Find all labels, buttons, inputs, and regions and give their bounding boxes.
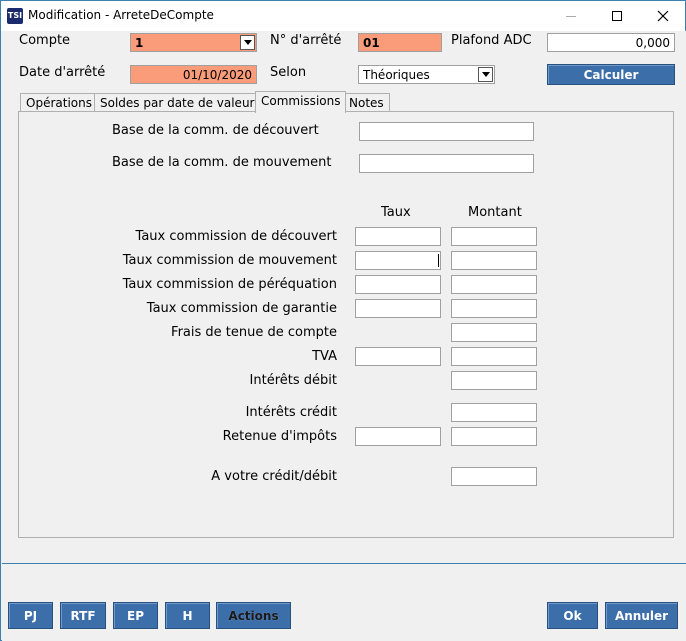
num-arrete-value: 01 xyxy=(363,36,380,50)
montant-decouvert-field[interactable] xyxy=(451,227,537,246)
date-arrete-value: 01/10/2020 xyxy=(182,68,252,82)
row-label: Intérêts crédit xyxy=(245,405,337,420)
plafond-field[interactable]: 0,000 xyxy=(547,33,675,52)
rtf-button[interactable]: RTF xyxy=(60,602,106,629)
row-label: Retenue d'impôts xyxy=(222,429,337,444)
maximize-icon xyxy=(612,11,622,21)
row-label: Taux commission de garantie xyxy=(146,301,337,316)
row-label: Taux commission de découvert xyxy=(135,229,337,244)
pj-button[interactable]: PJ xyxy=(8,602,53,629)
minimize-button[interactable] xyxy=(548,1,594,31)
minimize-icon xyxy=(566,15,576,17)
taux-tva-field[interactable] xyxy=(355,347,441,366)
commissions-panel: Base de la comm. de découvert Base de la… xyxy=(18,111,674,538)
date-arrete-label: Date d'arrêté xyxy=(19,65,106,80)
actions-button[interactable]: Actions xyxy=(216,602,291,629)
montant-mouvement-field[interactable] xyxy=(451,251,537,270)
close-icon xyxy=(657,10,669,22)
montant-garantie-field[interactable] xyxy=(451,299,537,318)
row-label: Taux commission de mouvement xyxy=(122,253,337,268)
plafond-value: 0,000 xyxy=(635,36,670,50)
row-label: A votre crédit/débit xyxy=(211,469,337,484)
dialog-window: TSI Modification - ArreteDeCompte Compte… xyxy=(0,0,686,641)
col-montant-header: Montant xyxy=(468,205,522,220)
montant-frais-field[interactable] xyxy=(451,323,537,342)
montant-tva-field[interactable] xyxy=(451,347,537,366)
close-button[interactable] xyxy=(640,1,686,31)
tab-operations[interactable]: Opérations xyxy=(20,93,98,112)
maximize-button[interactable] xyxy=(594,1,640,31)
taux-retenue-field[interactable] xyxy=(355,427,441,446)
tab-notes[interactable]: Notes xyxy=(343,93,390,112)
chevron-down-icon[interactable] xyxy=(478,67,493,82)
selon-value: Théoriques xyxy=(363,68,430,82)
taux-perequation-field[interactable] xyxy=(355,275,441,294)
montant-interets-credit-field[interactable] xyxy=(451,403,537,422)
base-mouvement-label: Base de la comm. de mouvement xyxy=(112,155,332,170)
compte-value: 1 xyxy=(135,36,144,50)
text-cursor xyxy=(438,254,439,267)
montant-interets-debit-field[interactable] xyxy=(451,371,537,390)
compte-label: Compte xyxy=(19,33,71,48)
taux-garantie-field[interactable] xyxy=(355,299,441,318)
selon-label: Selon xyxy=(270,65,307,80)
num-arrete-label: N° d'arrêté xyxy=(270,33,342,48)
row-label: Taux commission de péréquation xyxy=(122,277,337,292)
footer-bar: PJ RTF EP H Actions Ok Annuler xyxy=(2,563,686,641)
annuler-button[interactable]: Annuler xyxy=(605,602,678,629)
client-area: Compte 1 N° d'arrêté 01 Plafond ADC 0,00… xyxy=(2,31,686,563)
row-label: Intérêts débit xyxy=(249,373,337,388)
montant-perequation-field[interactable] xyxy=(451,275,537,294)
col-taux-header: Taux xyxy=(381,205,411,220)
montant-votre-credit-field[interactable] xyxy=(451,467,537,486)
montant-retenue-field[interactable] xyxy=(451,427,537,446)
base-decouvert-field[interactable] xyxy=(359,122,534,141)
window-title: Modification - ArreteDeCompte xyxy=(28,8,214,22)
app-icon: TSI xyxy=(7,8,23,24)
row-label: TVA xyxy=(312,349,337,364)
plafond-label: Plafond ADC xyxy=(451,33,532,48)
base-mouvement-field[interactable] xyxy=(359,154,534,173)
row-label: Frais de tenue de compte xyxy=(171,325,337,340)
base-decouvert-label: Base de la comm. de découvert xyxy=(112,123,319,138)
selon-dropdown[interactable]: Théoriques xyxy=(358,65,495,84)
date-arrete-field[interactable]: 01/10/2020 xyxy=(130,65,257,84)
h-button[interactable]: H xyxy=(165,602,210,629)
chevron-down-icon[interactable] xyxy=(240,35,255,50)
taux-mouvement-field[interactable] xyxy=(355,251,441,270)
calculer-button[interactable]: Calculer xyxy=(547,64,675,85)
tab-soldes[interactable]: Soldes par date de valeur xyxy=(94,93,261,112)
taux-decouvert-field[interactable] xyxy=(355,227,441,246)
ok-button[interactable]: Ok xyxy=(547,602,598,629)
ep-button[interactable]: EP xyxy=(113,602,158,629)
compte-dropdown[interactable]: 1 xyxy=(130,33,257,52)
title-bar[interactable]: TSI Modification - ArreteDeCompte xyxy=(1,1,685,31)
num-arrete-field[interactable]: 01 xyxy=(358,33,442,52)
tab-commissions[interactable]: Commissions xyxy=(255,91,347,113)
